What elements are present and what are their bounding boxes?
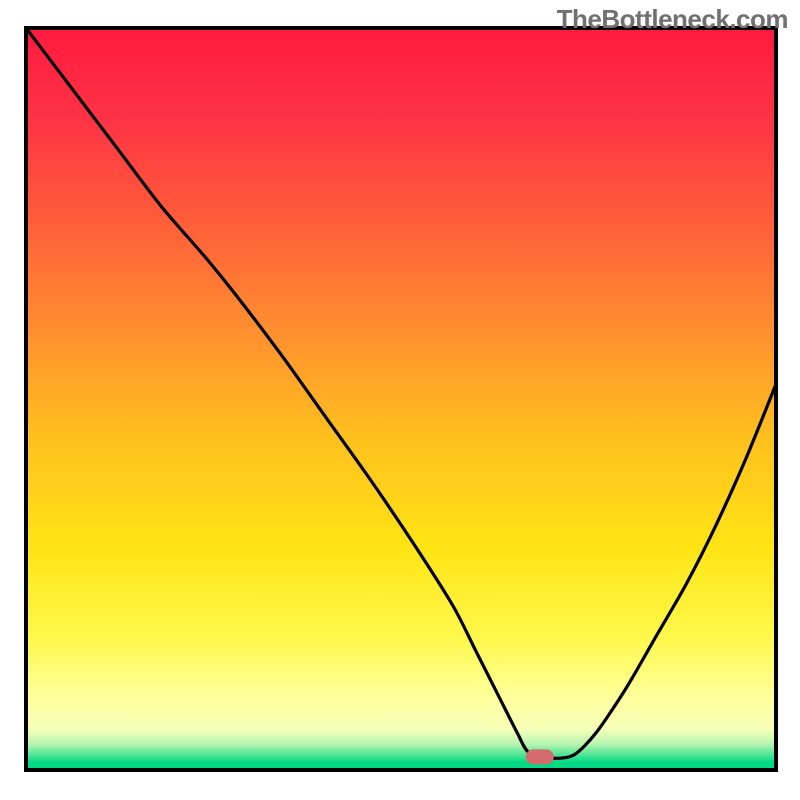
- optimum-marker: [526, 749, 554, 764]
- plot-background: [26, 28, 776, 770]
- chart-svg: [0, 0, 800, 800]
- chart-stage: TheBottleneck.com: [0, 0, 800, 800]
- watermark-text: TheBottleneck.com: [557, 4, 788, 35]
